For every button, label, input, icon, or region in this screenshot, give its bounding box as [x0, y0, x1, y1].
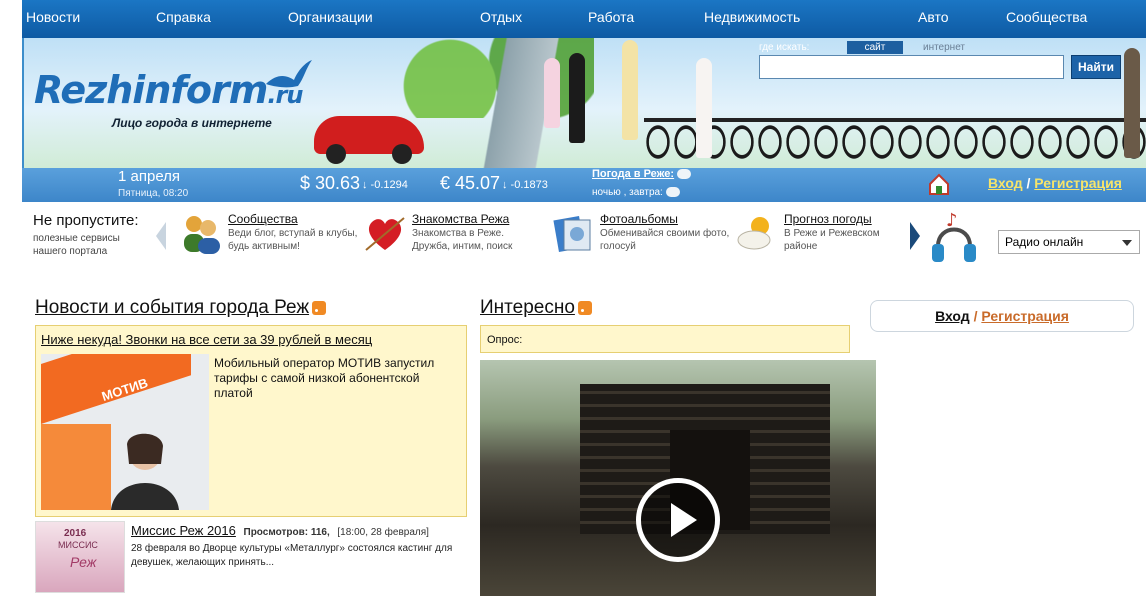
sidebar-login-link[interactable]: Вход [935, 308, 970, 324]
rss-icon[interactable] [577, 300, 592, 315]
news-thumbnail[interactable]: 2016 МИССИС Реж [35, 521, 125, 593]
search-scope-internet[interactable]: интернет [909, 41, 979, 54]
nav-realty[interactable]: Недвижимость [704, 9, 800, 25]
search-where-label: где искать: [759, 42, 810, 53]
nav-news[interactable]: Новости [26, 9, 80, 25]
eur-delta: ↓ -0.1873 [502, 179, 548, 191]
news-item-header: Миссис Реж 2016 Просмотров: 116, [18:00,… [131, 523, 429, 538]
news-item-date: [18:00, 28 февраля] [337, 527, 429, 538]
photo-album-icon [553, 215, 591, 253]
search-button[interactable]: Найти [1071, 55, 1121, 79]
radio-online-select[interactable]: Радио онлайн [998, 230, 1140, 254]
nav-communities[interactable]: Сообщества [1006, 9, 1087, 25]
service-title: Прогноз погоды [784, 212, 872, 226]
sidebar-register-link[interactable]: Регистрация [981, 308, 1069, 324]
news-heading-text: Новости и события города Реж [35, 297, 310, 318]
weather-label: Погода в Реже: [592, 168, 675, 180]
weather-icon [737, 217, 771, 250]
auth-separator: / [1026, 175, 1031, 191]
page: Новости Справка Организации Отдых Работа… [0, 0, 1146, 596]
current-date: 1 апреля [118, 168, 181, 185]
poll-box: Опрос: [480, 325, 850, 353]
services-subtitle: полезные сервисы нашего портала [33, 233, 120, 257]
service-desc: Веди блог, вступай в клубы, будь активны… [228, 228, 358, 252]
person-illustration [544, 58, 560, 128]
logo-text: Rezhinform [34, 68, 268, 112]
services-strip: Не пропустите: полезные сервисы нашего п… [22, 204, 1146, 280]
chevron-down-icon [1122, 240, 1132, 246]
nav-leisure[interactable]: Отдых [480, 9, 522, 25]
weather-link[interactable]: Погода в Реже: [592, 168, 692, 180]
eur-rate: € 45.07 [440, 173, 501, 193]
nav-jobs[interactable]: Работа [588, 9, 634, 25]
usd-rate: $ 30.63 [300, 173, 361, 193]
current-day-time: Пятница, 08:20 [118, 188, 189, 199]
svg-text:♪: ♪ [946, 210, 958, 231]
search-panel: где искать: сайт интернет Найти [759, 38, 1146, 86]
service-title: Фотоальбомы [600, 212, 678, 226]
search-scope-site[interactable]: сайт [847, 41, 903, 54]
news-heading[interactable]: Новости и события города Реж [35, 297, 327, 319]
badge-name: Реж [70, 554, 97, 570]
badge-year: 2016 [64, 528, 87, 539]
interesting-heading-text: Интересно [480, 297, 575, 318]
top-nav: Новости Справка Организации Отдых Работа… [22, 0, 1146, 38]
radio-select-value: Радио онлайн [1005, 235, 1084, 249]
header-banner: Rezhinform.ru Лицо города в интернете гд… [22, 38, 1146, 168]
red-car-illustration [314, 116, 424, 164]
featured-news-image[interactable]: МОТИВ [41, 354, 209, 510]
service-desc: В Реже и Режевском районе [784, 228, 880, 252]
service-desc: Обменивайся своими фото, голосуй [600, 228, 730, 252]
cloud-icon [665, 187, 680, 198]
interesting-heading[interactable]: Интересно [480, 297, 592, 319]
cloud-icon [677, 169, 692, 180]
motiv-store-image [41, 354, 209, 510]
weather-sub-label: ночью , завтра: [592, 187, 663, 198]
people-icon [184, 216, 220, 254]
site-logo[interactable]: Rezhinform.ru [34, 68, 303, 112]
house-icon [929, 173, 949, 195]
nav-organizations[interactable]: Организации [288, 9, 373, 25]
news-item-views: Просмотров: 116, [243, 527, 330, 538]
play-button-icon[interactable] [636, 478, 720, 562]
poll-label: Опрос: [487, 334, 523, 346]
header-auth: Вход / Регистрация [988, 175, 1122, 191]
info-bar: 1 апреля Пятница, 08:20 $ 30.63 ↓ -0.129… [22, 168, 1146, 202]
person-illustration [569, 53, 585, 143]
news-item-text: 28 февраля во Дворце культуры «Металлург… [131, 543, 453, 568]
services-next-arrow-icon[interactable] [910, 222, 920, 250]
sidebar-login-box: Вход / Регистрация [870, 300, 1134, 332]
services-prev-arrow-icon[interactable] [156, 222, 166, 250]
usd-delta: ↓ -0.1294 [362, 179, 408, 191]
service-title: Знакомства Режа [412, 212, 510, 226]
service-desc: Знакомства в Реже. Дружба, интим, поиск [412, 228, 513, 252]
service-weather-forecast[interactable]: Прогноз погоды В Реже и Режевском районе [736, 210, 906, 270]
nav-auto[interactable]: Авто [918, 9, 949, 25]
bird-logo-icon [266, 60, 312, 88]
weather-forecast: ночью , завтра: [592, 187, 680, 198]
heart-icon [365, 217, 405, 251]
rss-icon[interactable] [312, 300, 327, 315]
sidebar-auth-separator: / [973, 308, 978, 324]
service-dating[interactable]: Знакомства Режа Знакомства в Реже. Дружб… [364, 210, 534, 270]
search-input[interactable] [759, 55, 1064, 79]
login-link[interactable]: Вход [988, 175, 1023, 191]
badge-title: МИССИС [58, 540, 98, 550]
service-communities[interactable]: Сообщества Веди блог, вступай в клубы, б… [180, 210, 357, 270]
service-photo-albums[interactable]: Фотоальбомы Обменивайся своими фото, гол… [552, 210, 729, 270]
featured-news-title[interactable]: Ниже некуда! Звонки на все сети за 39 ру… [41, 332, 372, 347]
embankment-fence [644, 118, 1146, 164]
person-illustration [622, 40, 638, 140]
headphones-music-icon: ♪ [932, 210, 976, 262]
services-title: Не пропустите: [33, 212, 139, 229]
nav-reference[interactable]: Справка [156, 9, 211, 25]
featured-news-text: Мобильный оператор МОТИВ запустил тарифы… [214, 356, 435, 400]
site-slogan: Лицо города в интернете [112, 116, 272, 130]
person-illustration [696, 58, 712, 158]
featured-news: Ниже некуда! Звонки на все сети за 39 ру… [35, 325, 467, 517]
register-link[interactable]: Регистрация [1034, 175, 1122, 191]
video-player[interactable] [480, 360, 876, 596]
service-title: Сообщества [228, 212, 298, 226]
news-item-title[interactable]: Миссис Реж 2016 [131, 523, 236, 538]
